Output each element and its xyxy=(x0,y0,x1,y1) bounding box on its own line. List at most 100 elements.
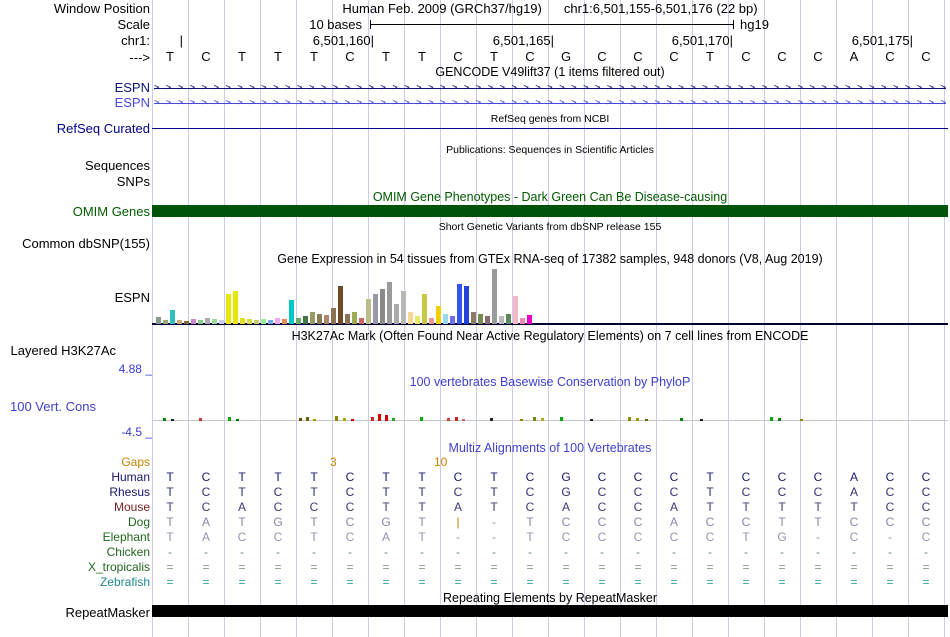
phylop-mark xyxy=(636,418,639,421)
track-title-gencode-v49lift37-1-items-filtered-out[interactable]: GENCODE V49lift37 (1 items filtered out) xyxy=(152,65,948,79)
gtex-bar xyxy=(296,318,301,324)
alignment-base-dog: C xyxy=(597,515,607,529)
gtex-bar xyxy=(289,300,294,324)
track-label-espn[interactable]: ESPN xyxy=(115,95,150,110)
track-label-mouse[interactable]: Mouse xyxy=(114,500,150,514)
track-label-scale[interactable]: Scale xyxy=(117,17,150,32)
track-title-publications-sequences-in-scientific-articles[interactable]: Publications: Sequences in Scientific Ar… xyxy=(152,144,948,156)
gtex-bar xyxy=(394,304,399,324)
base-letter: T xyxy=(310,49,318,64)
alignment-base-x-tropicalis: = xyxy=(274,560,282,574)
track-label-zebrafish[interactable]: Zebrafish xyxy=(100,575,150,589)
track-label-chr1[interactable]: chr1: xyxy=(121,33,150,48)
alignment-base-mouse: T xyxy=(166,500,174,514)
alignment-base-rhesus: C xyxy=(669,485,679,499)
track-label-snps[interactable]: SNPs xyxy=(117,174,150,189)
gtex-bar xyxy=(436,306,441,324)
base-letter: T xyxy=(382,49,390,64)
track-title-100-vertebrates-basewise-conservation-by-phylop[interactable]: 100 vertebrates Basewise Conservation by… xyxy=(152,375,948,389)
gtex-bar xyxy=(233,291,238,324)
base-letter: C xyxy=(669,49,679,64)
omim-genes-bar[interactable] xyxy=(152,205,948,217)
track-label-refseq-curated[interactable]: RefSeq Curated xyxy=(57,121,150,136)
phylop-mark xyxy=(306,417,309,421)
alignment-base-chicken: - xyxy=(744,545,748,559)
gene-arrow-line-espn[interactable]: >>>>>>>>>>>>>>>>>>>>>>>>>>>>>>>>>>>>>>>>… xyxy=(154,82,946,94)
track-label-x-tropicalis[interactable]: X_tropicalis xyxy=(88,560,150,574)
alignment-base-human: C xyxy=(921,470,931,484)
phylop-mark xyxy=(313,419,316,421)
track-title-refseq-genes-from-ncbi[interactable]: RefSeq genes from NCBI xyxy=(152,113,948,125)
track-label-espn[interactable]: ESPN xyxy=(115,290,150,305)
track-label-100-vert-cons[interactable]: 100 Vert. Cons xyxy=(10,399,96,414)
base-letter: C xyxy=(777,49,787,64)
base-letter: T xyxy=(166,49,174,64)
alignment-base-x-tropicalis: = xyxy=(886,560,894,574)
track-title-omim-gene-phenotypes-dark-green-can-be-disease-causing[interactable]: OMIM Gene Phenotypes - Dark Green Can Be… xyxy=(152,190,948,204)
gtex-bar xyxy=(198,320,203,324)
alignment-base-zebrafish: = xyxy=(634,575,642,589)
track-label-layered-h3k27ac[interactable]: Layered H3K27Ac xyxy=(10,343,116,358)
track-label-4-5[interactable]: -4.5 _ xyxy=(121,425,152,439)
alignment-base-human: C xyxy=(777,470,787,484)
track-label-window-position[interactable]: Window Position xyxy=(54,1,150,16)
alignment-base-mouse: C xyxy=(273,500,283,514)
alignment-base-human: G xyxy=(561,470,571,484)
gtex-bar xyxy=(471,312,476,324)
track-label-gaps[interactable]: Gaps xyxy=(121,455,150,469)
alignment-base-human: C xyxy=(741,470,751,484)
track-label-dog[interactable]: Dog xyxy=(128,515,150,529)
alignment-base-human: T xyxy=(490,470,498,484)
gtex-bar xyxy=(219,320,224,324)
track-title-h3k27ac-mark-often-found-near-active-regulatory-elements-on-7-cell-lines-from-encode[interactable]: H3K27Ac Mark (Often Found Near Active Re… xyxy=(152,329,948,343)
track-label-repeatmasker[interactable]: RepeatMasker xyxy=(65,605,150,620)
track-title-gene-expression-in-54-tissues-from-gtex-rna-seq-of-17382-samples-948-donors-v8-aug-2019[interactable]: Gene Expression in 54 tissues from GTEx … xyxy=(152,252,948,266)
alignment-base-elephant: T xyxy=(418,530,426,544)
phylop-mark xyxy=(628,417,631,421)
gap-size-number: 3 xyxy=(330,455,337,469)
alignment-base-rhesus: T xyxy=(310,485,318,499)
alignment-base-mouse: T xyxy=(742,500,750,514)
track-title-short-genetic-variants-from-dbsnp-release-155[interactable]: Short Genetic Variants from dbSNP releas… xyxy=(152,221,948,233)
alignment-base-mouse: C xyxy=(345,500,355,514)
track-label-human[interactable]: Human xyxy=(111,470,150,484)
refseq-curated-line xyxy=(152,128,948,129)
phylop-mark xyxy=(385,415,388,421)
track-label-common-dbsnp-155[interactable]: Common dbSNP(155) xyxy=(22,236,150,251)
track-label-omim-genes[interactable]: OMIM Genes xyxy=(73,204,150,219)
track-label-espn[interactable]: ESPN xyxy=(115,80,150,95)
alignment-base-chicken: - xyxy=(852,545,856,559)
phylop-mark xyxy=(299,418,302,421)
base-letter: C xyxy=(597,49,607,64)
track-title-repeating-elements-by-repeatmasker[interactable]: Repeating Elements by RepeatMasker xyxy=(152,591,948,605)
repeatmasker-bar[interactable] xyxy=(152,605,948,617)
alignment-base-human: C xyxy=(633,470,643,484)
gtex-bar xyxy=(268,320,273,324)
coordinate-tick: 6,501,165| xyxy=(492,33,554,48)
gtex-bar xyxy=(226,294,231,324)
alignment-base-elephant: A xyxy=(381,530,390,544)
alignment-base-dog: G xyxy=(273,515,283,529)
gene-arrow-line-espn[interactable]: >>>>>>>>>>>>>>>>>>>>>>>>>>>>>>>>>>>>>>>>… xyxy=(154,97,946,109)
gtex-bar xyxy=(184,321,189,324)
alignment-base-chicken: - xyxy=(528,545,532,559)
coordinate-tick: 6,501,160| xyxy=(312,33,374,48)
phylop-mark xyxy=(455,417,458,421)
track-label-4-88[interactable]: 4.88 _ xyxy=(119,362,152,376)
phylop-mark xyxy=(171,419,174,421)
gtex-bar xyxy=(492,269,497,324)
track-label-elephant[interactable]: Elephant xyxy=(103,530,150,544)
alignment-base-mouse: C xyxy=(921,500,931,514)
track-label-chicken[interactable]: Chicken xyxy=(107,545,150,559)
gtex-bar xyxy=(485,316,490,324)
gtex-bar xyxy=(331,308,336,324)
alignment-base-elephant: T xyxy=(742,530,750,544)
track-title-multiz-alignments-of-100-vertebrates[interactable]: Multiz Alignments of 100 Vertebrates xyxy=(152,441,948,455)
alignment-base-mouse: A xyxy=(561,500,570,514)
base-letter: C xyxy=(525,49,535,64)
track-label-sequences[interactable]: Sequences xyxy=(85,158,150,173)
alignment-base-elephant: C xyxy=(597,530,607,544)
track-label-rhesus[interactable]: Rhesus xyxy=(109,485,150,499)
gtex-bar xyxy=(520,318,525,324)
track-label-tick[interactable]: ---> xyxy=(129,50,150,65)
